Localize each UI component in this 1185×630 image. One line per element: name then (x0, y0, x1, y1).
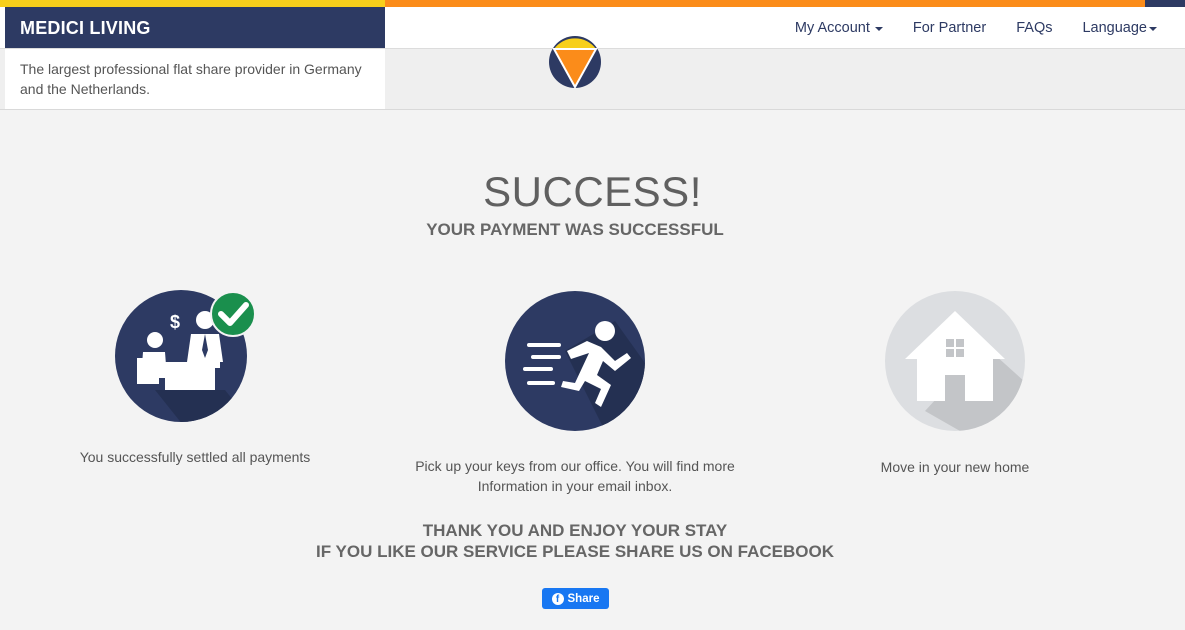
facebook-icon: f (551, 592, 564, 605)
thanks-text: THANK YOU AND ENJOY YOUR STAY (422, 521, 728, 540)
nav-for-partner-label: For Partner (912, 19, 987, 36)
chevron-down-icon (874, 26, 883, 31)
medici-logo-icon[interactable] (548, 35, 602, 90)
payment-meeting-icon: $ (115, 290, 256, 422)
page-title: SUCCESS! (483, 168, 702, 215)
facebook-share-label: Share (567, 592, 600, 605)
nav-faqs-label: FAQs (1016, 19, 1053, 36)
nav-for-partner[interactable]: For Partner (913, 20, 986, 36)
accent-bar-navy (1145, 0, 1185, 7)
step-move-in: Move in your new home (805, 291, 1105, 477)
step-payments-text: You successfully settled all payments (79, 449, 311, 465)
nav-my-account[interactable]: My Account (795, 20, 883, 36)
facebook-share-button[interactable]: f Share (542, 588, 609, 609)
svg-text:$: $ (170, 312, 180, 332)
house-icon (885, 291, 1025, 431)
step-move-in-text: Move in your new home (880, 459, 1030, 475)
nav-language[interactable]: Language (1082, 20, 1157, 36)
top-accent-bar (0, 0, 1185, 7)
step-payments: $ You successfully settled all payments (30, 290, 360, 467)
accent-bar-yellow (0, 0, 385, 7)
page-subtitle: YOUR PAYMENT WAS SUCCESSFUL (426, 220, 724, 239)
tagline: The largest professional flat share prov… (5, 49, 385, 109)
nav-faqs[interactable]: FAQs (1016, 20, 1052, 36)
nav-language-label: Language (1082, 19, 1147, 36)
brand-logo-text[interactable]: MEDICI LIVING (5, 7, 385, 48)
step-keys: Pick up your keys from our office. You w… (405, 291, 745, 496)
running-person-icon (505, 291, 645, 431)
top-nav: My Account For Partner FAQs Language (765, 7, 1157, 48)
chevron-down-icon (1149, 26, 1157, 31)
step-keys-text: Pick up your keys from our office. You w… (415, 458, 735, 494)
share-prompt-text: IF YOU LIKE OUR SERVICE PLEASE SHARE US … (316, 542, 834, 561)
nav-my-account-label: My Account (794, 19, 870, 36)
accent-bar-orange (385, 0, 1145, 7)
